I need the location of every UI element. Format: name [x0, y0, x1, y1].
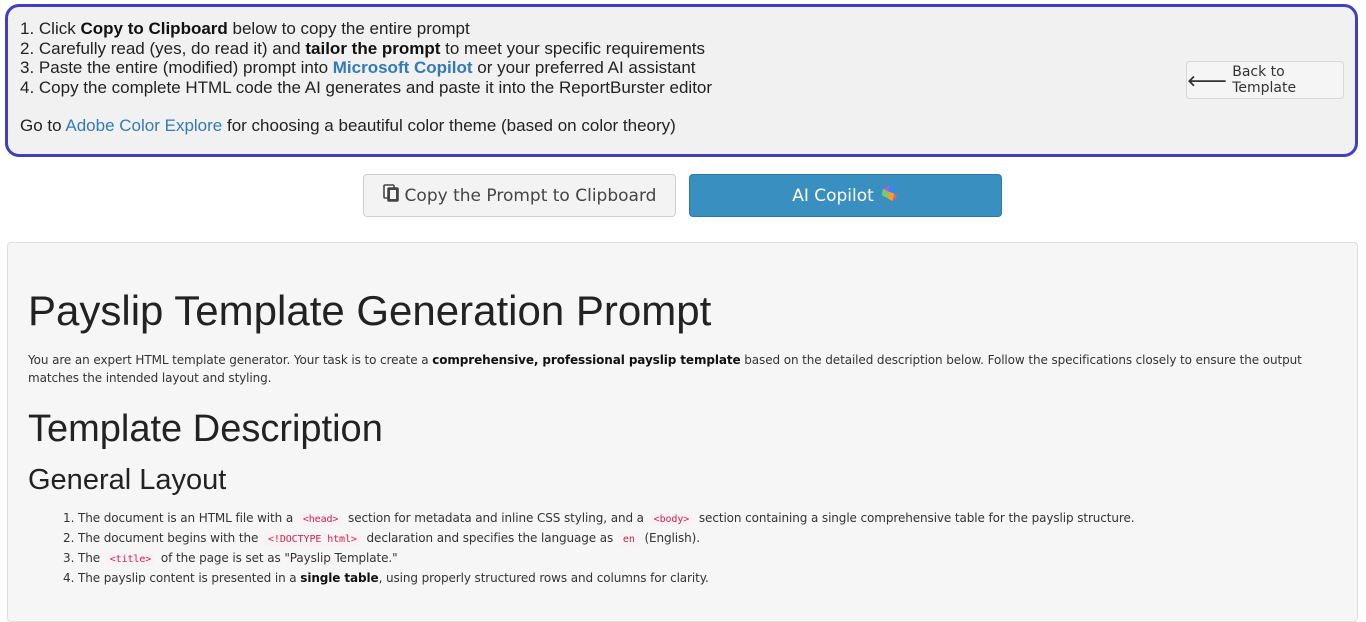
intro-bold: comprehensive, professional payslip temp… — [432, 353, 741, 367]
list-item: The <title> of the page is set as "Paysl… — [78, 549, 1337, 569]
step-1-prefix: 1. Click — [20, 19, 81, 38]
step-1-bold: Copy to Clipboard — [80, 19, 228, 38]
item-text: (English). — [640, 531, 700, 545]
layout-list: The document is an HTML file with a <hea… — [28, 509, 1337, 587]
list-item: The payslip content is presented in a si… — [78, 569, 1337, 587]
copy-button-label: Copy the Prompt to Clipboard — [404, 185, 657, 206]
back-button-label: Back to Template — [1232, 64, 1297, 96]
instructions-panel: 1. Click Copy to Clipboard below to copy… — [5, 4, 1358, 157]
step-2: 2. Carefully read (yes, do read it) and … — [20, 39, 1343, 59]
footnote-suffix: for choosing a beautiful color theme (ba… — [222, 116, 676, 135]
item-bold: single table — [300, 571, 379, 585]
item-text: of the page is set as "Payslip Template.… — [157, 551, 398, 565]
step-2-suffix: to meet your specific requirements — [440, 38, 705, 58]
list-item: The document begins with the <!DOCTYPE h… — [78, 529, 1337, 549]
step-2-bold: tailor the prompt — [305, 38, 441, 58]
color-theme-note: Go to Adobe Color Explore for choosing a… — [20, 116, 1343, 136]
step-1: 1. Click Copy to Clipboard below to copy… — [20, 19, 1343, 39]
adobe-color-link[interactable]: Adobe Color Explore — [65, 116, 222, 135]
code-doctype: <!DOCTYPE html> — [264, 533, 361, 546]
item-text: declaration and specifies the language a… — [362, 531, 617, 545]
item-text: section for metadata and inline CSS styl… — [344, 511, 648, 525]
copilot-logo-icon — [880, 184, 899, 208]
intro-prefix: You are an expert HTML template generato… — [28, 353, 433, 367]
item-text: The — [78, 551, 104, 565]
action-buttons: Copy the Prompt to Clipboard AI Copilot — [363, 174, 1002, 217]
step-3-prefix: 3. Paste the entire (modified) prompt in… — [20, 58, 333, 77]
copy-prompt-button[interactable]: Copy the Prompt to Clipboard — [363, 174, 676, 217]
arrow-left-icon: 🡐 — [1187, 71, 1228, 90]
back-to-template-button[interactable]: 🡐 Back to Template — [1186, 61, 1344, 99]
step-1-suffix: below to copy the entire prompt — [227, 19, 470, 38]
code-head: <head> — [298, 513, 343, 526]
section-title: Template Description — [28, 408, 383, 450]
copy-icon — [382, 183, 400, 208]
step-2-prefix: 2. Carefully read (yes, do read it) and — [20, 38, 306, 58]
ai-copilot-button[interactable]: AI Copilot — [689, 174, 1002, 217]
list-item: The document is an HTML file with a <hea… — [78, 509, 1337, 529]
prompt-intro: You are an expert HTML template generato… — [28, 351, 1337, 387]
microsoft-copilot-link[interactable]: Microsoft Copilot — [333, 58, 473, 77]
footnote-prefix: Go to — [20, 116, 66, 135]
code-body: <body> — [649, 513, 694, 526]
prompt-preview-panel: Payslip Template Generation Prompt You a… — [7, 242, 1358, 622]
prompt-title: Payslip Template Generation Prompt — [28, 287, 712, 334]
item-text: section containing a single comprehensiv… — [695, 511, 1135, 525]
step-4: 4. Copy the complete HTML code the AI ge… — [20, 77, 713, 97]
step-3-suffix: or your preferred AI assistant — [472, 58, 696, 77]
code-title: <title> — [105, 553, 156, 566]
code-lang: en — [618, 533, 639, 546]
item-text: The payslip content is presented in a — [78, 571, 301, 585]
item-text: The document begins with the — [78, 531, 262, 545]
item-text: , using properly structured rows and col… — [378, 571, 709, 585]
copilot-button-label: AI Copilot — [792, 185, 874, 206]
step-3: 3. Paste the entire (modified) prompt in… — [20, 58, 1343, 78]
item-text: The document is an HTML file with a — [78, 511, 297, 525]
instruction-steps: 1. Click Copy to Clipboard below to copy… — [20, 19, 1343, 97]
subsection-title: General Layout — [28, 464, 227, 496]
